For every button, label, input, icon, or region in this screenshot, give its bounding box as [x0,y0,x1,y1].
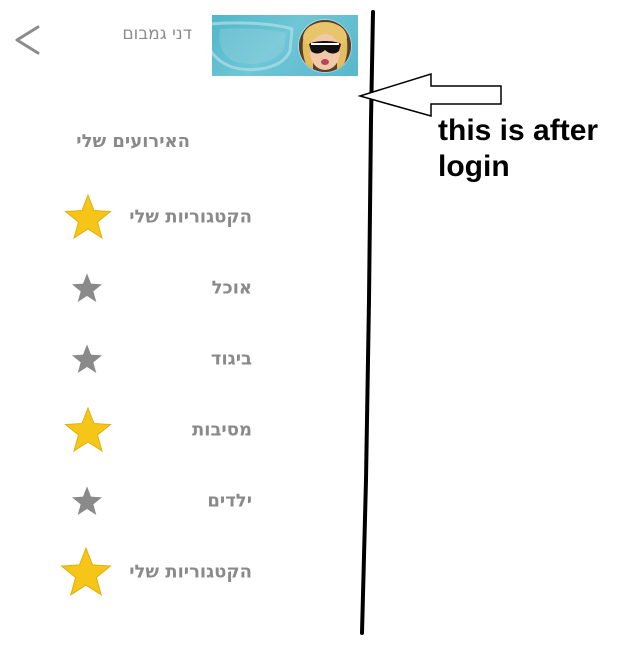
annotation-text: this is after login [438,114,599,183]
divider-line [357,10,502,635]
arrow-left-icon [357,72,502,117]
